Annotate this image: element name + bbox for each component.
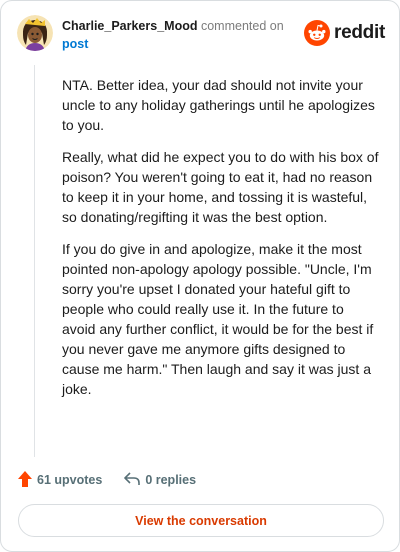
replies-count: 0 replies (145, 473, 197, 487)
commented-on-label: commented on (200, 19, 284, 33)
comment-actions: 61 upvotes 0 replies (18, 469, 196, 491)
comment-meta: Charlie_Parkers_Mood commented on post (62, 17, 302, 53)
comment-header: Charlie_Parkers_Mood commented on post r… (17, 15, 385, 55)
comment-paragraph: NTA. Better idea, your dad should not in… (62, 77, 375, 133)
reddit-brand[interactable]: reddit (304, 20, 385, 46)
upvote-arrow-icon (18, 470, 32, 490)
upvotes-count: 61 upvotes (37, 473, 103, 487)
upvotes-action[interactable]: 61 upvotes (18, 470, 103, 490)
reply-arrow-icon (124, 471, 141, 489)
thread-line (34, 65, 35, 457)
view-conversation-button[interactable]: View the conversation (18, 504, 384, 537)
username[interactable]: Charlie_Parkers_Mood (62, 19, 197, 33)
reddit-wordmark: reddit (334, 22, 385, 43)
comment-paragraph: Really, what did he expect you to do wit… (62, 149, 379, 225)
comment-paragraph: If you do give in and apologize, make it… (62, 241, 374, 397)
post-link[interactable]: post (62, 35, 302, 53)
comment-body: NTA. Better idea, your dad should not in… (62, 75, 380, 411)
reddit-alien-icon (304, 20, 331, 46)
replies-action[interactable]: 0 replies (124, 471, 197, 489)
user-avatar[interactable] (17, 15, 53, 51)
embedded-comment-card: Charlie_Parkers_Mood commented on post r… (0, 0, 400, 552)
